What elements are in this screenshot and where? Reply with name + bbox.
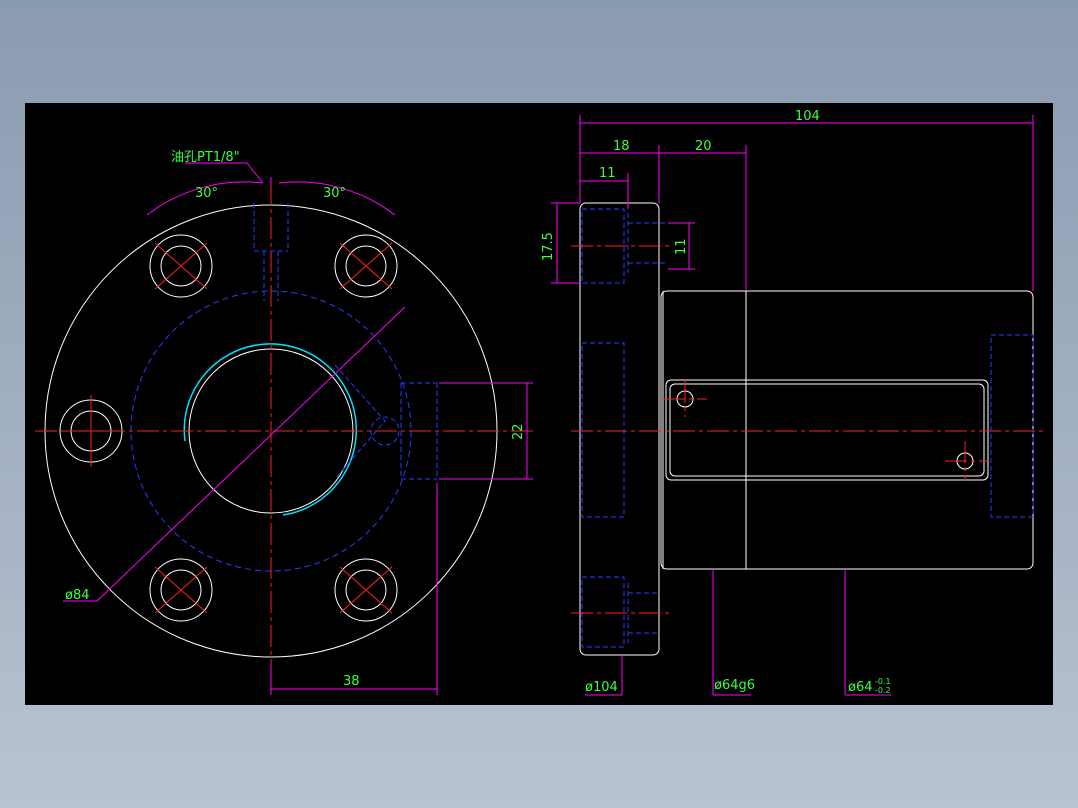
front-view: 油孔PT1/8" 30° 30° ø84 38 22 bbox=[35, 150, 535, 695]
pcd-leader bbox=[63, 306, 406, 602]
oil-hole-label: 油孔PT1/8" bbox=[171, 150, 240, 165]
angle-right-label: 30° bbox=[323, 186, 346, 201]
side-view: 104 18 20 11 17.5 11 ø104 ø64g6 ø64 -0.1… bbox=[541, 109, 1043, 696]
cad-drawing: 油孔PT1/8" 30° 30° ø84 38 22 104 18 20 11 … bbox=[35, 109, 1043, 696]
slot-rect bbox=[665, 379, 989, 481]
side-centerlines bbox=[571, 245, 1043, 614]
flange-hidden bbox=[581, 208, 1034, 648]
side-dimensions bbox=[551, 115, 1034, 696]
body-rect bbox=[660, 290, 1034, 570]
dim-38 bbox=[270, 483, 438, 695]
drawing-canvas[interactable]: 油孔PT1/8" 30° 30° ø84 38 22 104 18 20 11 … bbox=[25, 103, 1053, 705]
offset-label: 38 bbox=[343, 674, 360, 689]
dim-17-5-label: 17.5 bbox=[541, 232, 556, 261]
tolerance-lower: -0.2 bbox=[875, 686, 891, 695]
tolerance-upper: -0.1 bbox=[875, 677, 891, 686]
thread-arc bbox=[183, 343, 358, 516]
dim-11-top-label: 11 bbox=[599, 166, 616, 181]
dim-11-vertical-label: 11 bbox=[674, 238, 689, 255]
side-port bbox=[334, 364, 438, 480]
flange-rect bbox=[579, 202, 660, 656]
flange-diameter-label: ø104 bbox=[585, 680, 618, 695]
body-diameter-label: ø64 bbox=[848, 680, 873, 695]
pcd-label: ø84 bbox=[65, 588, 90, 603]
angle-left-label: 30° bbox=[195, 186, 218, 201]
bolt-holes bbox=[59, 234, 398, 622]
pilot-diameter-label: ø64g6 bbox=[714, 678, 755, 693]
dim-20-label: 20 bbox=[695, 139, 712, 154]
port-label: 22 bbox=[511, 423, 526, 440]
bolt-hole-centers bbox=[65, 242, 393, 614]
overall-length-label: 104 bbox=[795, 109, 820, 124]
front-centerlines bbox=[35, 183, 535, 683]
flange-width-label: 18 bbox=[613, 139, 630, 154]
